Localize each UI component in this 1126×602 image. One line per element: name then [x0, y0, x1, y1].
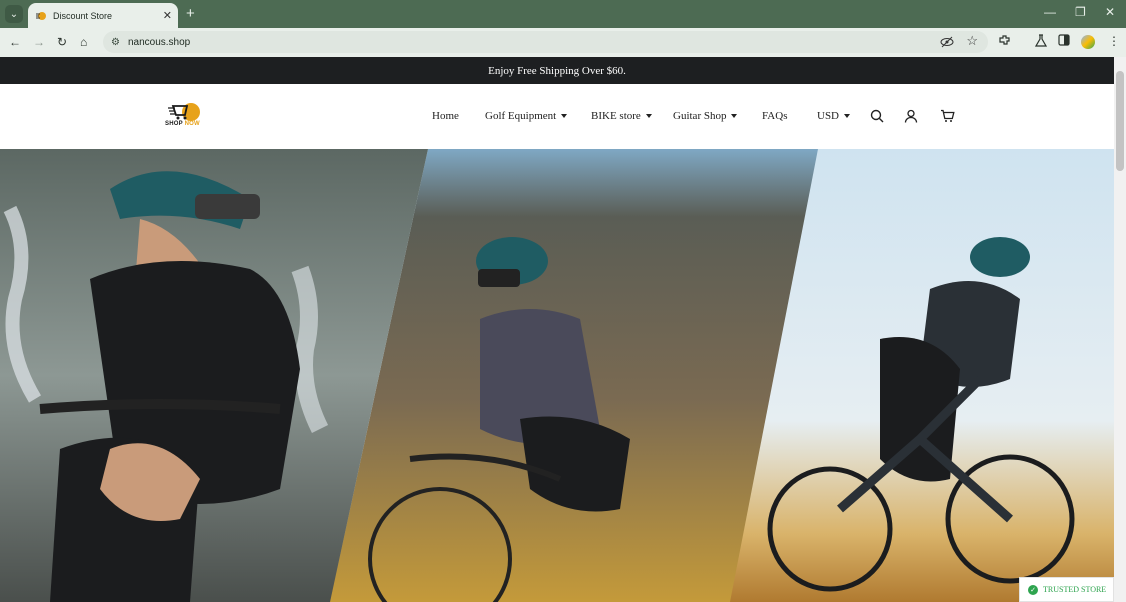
reload-icon[interactable]: ↻ [57, 34, 67, 50]
chevron-down-icon [561, 114, 568, 118]
chevron-down-icon [645, 114, 652, 118]
logo-text: SHOP NOW [165, 121, 200, 127]
back-icon[interactable]: ← [9, 34, 21, 50]
minimize-button[interactable]: — [1044, 5, 1056, 19]
site-logo[interactable]: SHOP NOW [163, 101, 207, 131]
eye-off-icon[interactable] [940, 35, 954, 53]
site-favicon-icon [34, 9, 47, 22]
chevron-down-icon [844, 114, 851, 118]
close-window-button[interactable]: ✕ [1105, 5, 1115, 19]
currency-selector[interactable]: USD [817, 110, 851, 122]
tab-close-icon[interactable]: ✕ [163, 9, 172, 22]
trusted-store-badge[interactable]: ✓ TRUSTED STORE [1019, 577, 1114, 602]
account-icon[interactable] [904, 109, 918, 128]
address-bar[interactable]: ⚙ nancous.shop ☆ [103, 31, 988, 53]
tab-search-button[interactable]: ⌄ [5, 5, 23, 23]
search-icon[interactable] [870, 109, 884, 128]
extensions-icon[interactable] [998, 34, 1011, 50]
home-icon[interactable]: ⌂ [80, 34, 87, 50]
announcement-bar: Enjoy Free Shipping Over $60. [0, 57, 1114, 84]
url-text: nancous.shop [127, 36, 191, 48]
nav-golf-equipment[interactable]: Golf Equipment [485, 110, 568, 122]
scrollbar-thumb[interactable] [1116, 71, 1124, 171]
tab-title: Discount Store [53, 10, 113, 21]
chevron-down-icon [731, 114, 738, 118]
labs-icon[interactable] [1034, 34, 1048, 50]
nav-faqs[interactable]: FAQs [762, 110, 787, 122]
bookmark-star-icon[interactable]: ☆ [966, 33, 978, 49]
new-tab-button[interactable]: + [186, 5, 195, 23]
page-scrollbar[interactable] [1114, 57, 1126, 602]
restore-button[interactable]: ❐ [1075, 5, 1086, 19]
site-info-icon[interactable]: ⚙ [111, 37, 120, 48]
nav-home[interactable]: Home [432, 110, 459, 122]
check-shield-icon: ✓ [1028, 584, 1038, 595]
browser-tab[interactable]: Discount Store ✕ [28, 3, 178, 28]
hero-banner-image[interactable] [0, 149, 1114, 602]
forward-icon[interactable]: → [33, 34, 45, 50]
cart-icon[interactable] [940, 109, 955, 128]
nav-guitar-shop[interactable]: Guitar Shop [673, 110, 738, 122]
browser-menu-icon[interactable]: ⋮ [1108, 34, 1120, 48]
side-panel-icon[interactable] [1058, 34, 1070, 49]
profile-avatar[interactable] [1081, 35, 1095, 49]
nav-bike-store[interactable]: BIKE store [591, 110, 652, 122]
